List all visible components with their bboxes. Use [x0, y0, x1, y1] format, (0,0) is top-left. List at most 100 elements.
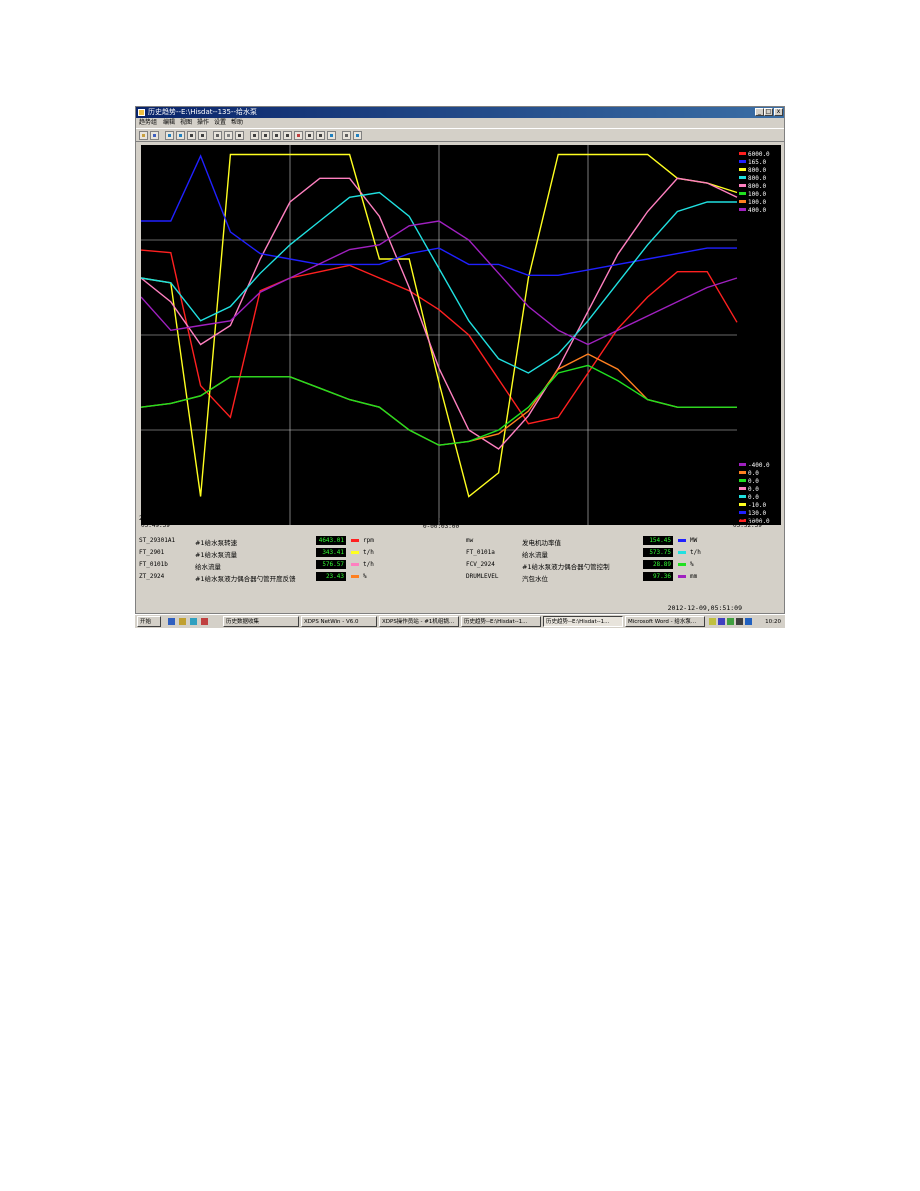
- close-button[interactable]: x: [774, 108, 783, 116]
- taskbar-button[interactable]: Microsoft Word - 给水泵...: [625, 616, 705, 627]
- tag-name: mw: [466, 537, 474, 544]
- quick-launch-icon[interactable]: [190, 618, 197, 625]
- step-forward-icon[interactable]: [261, 131, 270, 140]
- tag-description: #1给水泵转速: [195, 539, 238, 547]
- tray-icon[interactable]: [718, 618, 725, 625]
- menu-edit[interactable]: 编辑: [163, 118, 175, 127]
- tag-value: 343.41: [316, 548, 346, 557]
- axis-bottom-label: -400.0: [748, 462, 770, 469]
- tray-icon[interactable]: [736, 618, 743, 625]
- series-swatch: [351, 539, 359, 542]
- zoom-in-icon[interactable]: [165, 131, 174, 140]
- grid-icon[interactable]: [187, 131, 196, 140]
- start-button[interactable]: 开始: [137, 616, 161, 627]
- series-swatch: [351, 551, 359, 554]
- axis-top-swatch: [739, 184, 746, 187]
- tag-description: 发电机功率值: [522, 539, 561, 547]
- tray-icon[interactable]: [727, 618, 734, 625]
- series-swatch: [678, 563, 686, 566]
- tag-description: 给水流量: [522, 551, 548, 559]
- axis-top-swatch: [739, 152, 746, 155]
- tag-value: 28.89: [643, 560, 673, 569]
- tag-description: #1给水泵液力偶合器勺管开度反馈: [195, 575, 296, 583]
- step-back-icon[interactable]: [250, 131, 259, 140]
- clock[interactable]: 10:20: [765, 617, 781, 627]
- trend-chart-svg: 6000.0165.0800.0800.0800.0100.0100.0400.…: [141, 145, 781, 525]
- menu-trend-group[interactable]: 趋势组: [139, 118, 157, 127]
- axis-top-swatch: [739, 192, 746, 195]
- window-title: 历史趋势--E:\Hisdat--135--给水泵: [148, 108, 257, 116]
- preview-icon[interactable]: [316, 131, 325, 140]
- axis-bottom-label: 0.0: [748, 470, 759, 477]
- open-icon[interactable]: [139, 131, 148, 140]
- taskbar-button[interactable]: 历史趋势--E:\Hisdat--1...: [461, 616, 541, 627]
- table-icon[interactable]: [213, 131, 222, 140]
- axis-top-label: 6000.0: [748, 151, 770, 158]
- list-icon[interactable]: [198, 131, 207, 140]
- axis-top-label: 400.0: [748, 207, 766, 214]
- axis-bottom-label: 0.0: [748, 494, 759, 501]
- tag-unit: mm: [690, 573, 698, 580]
- axis-bottom-swatch: [739, 479, 746, 482]
- page-back-icon[interactable]: [283, 131, 292, 140]
- x-end-date: 2012-12-09: [730, 515, 767, 522]
- trend-chart: 6000.0 165.0 800.0 800.0 800.0 100.0 100.0 400.…: [141, 145, 781, 525]
- scale-icon[interactable]: [224, 131, 233, 140]
- quick-launch-icon[interactable]: [179, 618, 186, 625]
- axis-bottom-swatch: [739, 487, 746, 490]
- print-icon[interactable]: [305, 131, 314, 140]
- tag-value: 573.75: [643, 548, 673, 557]
- tag-name: FT_0101b: [139, 561, 168, 568]
- axis-top-label: 100.0: [748, 199, 766, 206]
- series-swatch: [678, 539, 686, 542]
- axis-top-swatch: [739, 168, 746, 171]
- page-icon[interactable]: [272, 131, 281, 140]
- tag-unit: rpm: [363, 537, 374, 544]
- x-center-span: 0-00:03:00: [423, 523, 460, 530]
- menu-settings[interactable]: 设置: [214, 118, 226, 127]
- info-panel: 2012-12-09 05:49:39 天:时:分:秒 0-00:03:00 2012-…: [136, 515, 784, 603]
- tag-unit: %: [690, 561, 694, 568]
- taskbar-button[interactable]: 历史趋势--E:\Hisdat--1...: [543, 616, 623, 627]
- settings-icon[interactable]: [342, 131, 351, 140]
- quick-launch-icons[interactable]: [168, 617, 216, 626]
- taskbar-button[interactable]: XDPS操作员站 - #1机组锅...: [379, 616, 459, 627]
- axis-bottom-swatch: [739, 463, 746, 466]
- tag-name: FT_2901: [139, 549, 165, 556]
- tray-icon[interactable]: [745, 618, 752, 625]
- quick-launch-icon[interactable]: [201, 618, 208, 625]
- system-tray-icons[interactable]: [709, 617, 757, 626]
- title-bar[interactable]: 历史趋势--E:\Hisdat--135--给水泵 _ □ x: [136, 107, 784, 118]
- axis-bottom-swatch: [739, 503, 746, 506]
- x-end-time: 05:52:39: [733, 522, 762, 529]
- taskbar-button[interactable]: XDPS NetWin - V6.0: [301, 616, 377, 627]
- mark-icon[interactable]: [294, 131, 303, 140]
- axis-bottom-swatch: [739, 471, 746, 474]
- cursor-icon[interactable]: [235, 131, 244, 140]
- tray-icon[interactable]: [709, 618, 716, 625]
- minimize-button[interactable]: _: [755, 108, 764, 116]
- tag-value: 4643.01: [316, 536, 346, 545]
- save-icon[interactable]: [150, 131, 159, 140]
- series-swatch: [678, 575, 686, 578]
- taskbar-button[interactable]: 历史数据收集: [223, 616, 299, 627]
- menu-help[interactable]: 帮助: [231, 118, 243, 127]
- tag-unit: %: [363, 573, 367, 580]
- menu-operate[interactable]: 操作: [197, 118, 209, 127]
- export-icon[interactable]: [353, 131, 362, 140]
- tag-description: #1给水泵液力偶合器勺管控制: [522, 563, 610, 571]
- axis-top-label: 100.0: [748, 191, 766, 198]
- refresh-icon[interactable]: [327, 131, 336, 140]
- tag-description: 给水流量: [195, 563, 221, 571]
- tag-name: FCV_2924: [466, 561, 495, 568]
- zoom-out-icon[interactable]: [176, 131, 185, 140]
- tag-unit: t/h: [363, 561, 374, 568]
- tag-unit: t/h: [690, 549, 701, 556]
- axis-top-label: 800.0: [748, 167, 766, 174]
- axis-top-swatch: [739, 176, 746, 179]
- menu-view[interactable]: 视图: [180, 118, 192, 127]
- tag-name: DRUMLEVEL: [466, 573, 499, 580]
- maximize-button[interactable]: □: [764, 108, 773, 116]
- quick-launch-icon[interactable]: [168, 618, 175, 625]
- axis-bottom-label: 0.0: [748, 478, 759, 485]
